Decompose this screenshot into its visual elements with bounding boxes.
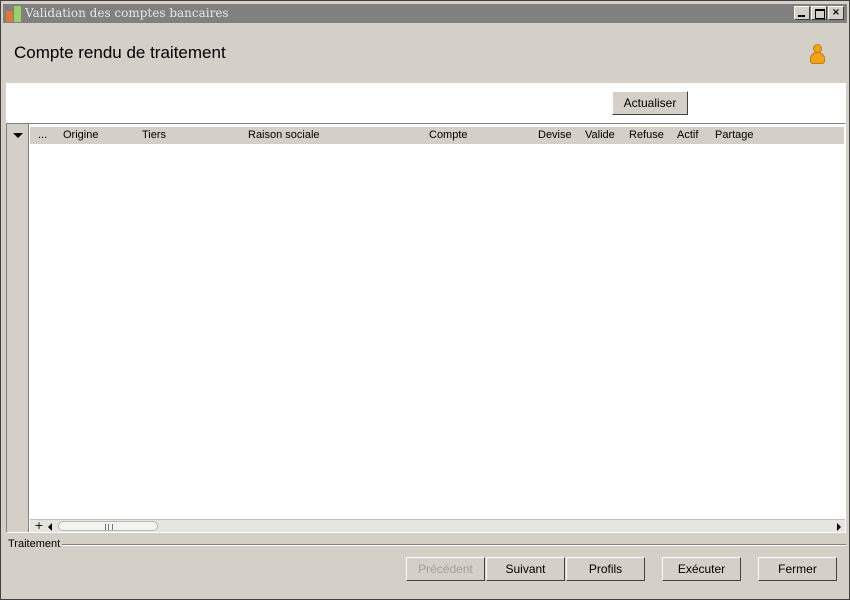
results-grid: ... Origine Tiers Raison sociale Compte … [6, 123, 846, 533]
window-controls: × [794, 6, 844, 20]
execute-button[interactable]: Exécuter [662, 557, 741, 581]
user-icon[interactable] [809, 44, 825, 66]
group-divider [62, 544, 846, 546]
column-header-refuse[interactable]: Refuse [629, 129, 664, 141]
dropdown-arrow-icon[interactable] [13, 133, 23, 138]
column-header-raison-sociale[interactable]: Raison sociale [248, 129, 320, 141]
add-row-icon[interactable]: + [32, 520, 46, 533]
previous-button[interactable]: Précédent [406, 557, 485, 581]
column-header-devise[interactable]: Devise [538, 129, 572, 141]
horizontal-scrollbar[interactable]: + [30, 519, 845, 532]
scrollbar-thumb[interactable] [58, 521, 158, 531]
grid-body[interactable] [30, 144, 844, 519]
window-title: Validation des comptes bancaires [25, 6, 229, 20]
close-window-button[interactable]: × [828, 6, 844, 20]
page-header: Compte rendu de traitement [3, 23, 847, 83]
maximize-button[interactable] [811, 6, 827, 20]
column-header-partage[interactable]: Partage [715, 129, 754, 141]
next-button[interactable]: Suivant [486, 557, 565, 581]
column-header-tiers[interactable]: Tiers [142, 129, 166, 141]
column-header-compte[interactable]: Compte [429, 129, 468, 141]
toolbar: Actualiser [6, 83, 846, 123]
title-bar[interactable]: Validation des comptes bancaires × [3, 4, 847, 23]
traitement-group: Traitement Précédent Suivant Profils Exé… [6, 538, 846, 596]
column-header-actif[interactable]: Actif [677, 129, 698, 141]
column-header-valide[interactable]: Valide [585, 129, 615, 141]
scroll-left-icon[interactable] [48, 523, 52, 531]
refresh-button[interactable]: Actualiser [612, 91, 688, 115]
traitement-label: Traitement [8, 538, 63, 550]
grid-header-row: ... Origine Tiers Raison sociale Compte … [30, 127, 844, 144]
main-window: Validation des comptes bancaires × Compt… [0, 0, 850, 600]
close-button[interactable]: Fermer [758, 557, 837, 581]
scroll-right-icon[interactable] [837, 523, 841, 531]
row-selector-column [7, 124, 29, 532]
page-title: Compte rendu de traitement [14, 43, 226, 62]
app-icon [6, 6, 22, 22]
profiles-button[interactable]: Profils [566, 557, 645, 581]
column-header-more[interactable]: ... [38, 129, 47, 141]
minimize-button[interactable] [794, 6, 810, 20]
column-header-origine[interactable]: Origine [63, 129, 98, 141]
